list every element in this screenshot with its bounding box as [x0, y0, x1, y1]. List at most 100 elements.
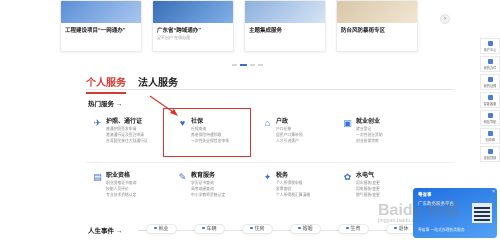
carousel-dot[interactable]: [250, 64, 255, 66]
service-tabs: 个人服务 法人服务: [86, 74, 178, 94]
certificate-icon: ▤: [93, 172, 102, 182]
card-subtitle: ...: [65, 35, 69, 40]
sidebar-label: 我的证照: [483, 83, 497, 88]
service-qualification[interactable]: ▤ 职业资格 职业资格证书查询 技能人员评价 专业技术资格认定: [92, 168, 174, 218]
card-title: 主题集成服务: [249, 28, 283, 34]
carousel-dot[interactable]: [232, 64, 237, 66]
service-education[interactable]: ✎ 教育服务 学历证书查询 高考成绩查询 中小学教师资格认定: [177, 168, 259, 218]
card-subtitle: 足不出户 在线办理 ...: [157, 35, 195, 40]
life-event-label: 住房: [254, 226, 265, 232]
row-divider: [86, 162, 454, 163]
life-event-vehicle[interactable]: 车辆: [194, 224, 225, 234]
watermark-text: Baidu 经验: [378, 202, 459, 219]
arrow-up-icon: [487, 148, 493, 154]
life-event-employment[interactable]: 就业: [146, 224, 177, 234]
card-icon: [487, 76, 493, 82]
briefcase-icon: ▣: [343, 118, 352, 128]
life-events-title[interactable]: 人生事件 →: [88, 225, 122, 235]
service-name[interactable]: 就业创业: [356, 116, 380, 125]
chevron-right-icon[interactable]: ›: [440, 14, 450, 24]
highlight-box: [163, 108, 251, 157]
carousel-card[interactable]: 广东省“跨域通办” 足不出户 在线办理 ...: [152, 0, 234, 52]
user-icon: [487, 40, 493, 46]
service-name[interactable]: 职业资格: [106, 170, 130, 179]
sidebar-label: 智能客服: [483, 101, 497, 106]
sidebar-label: 网站导航: [483, 119, 497, 124]
service-household[interactable]: ⌂ 户政 户口迁移 居民户口簿补领 人才引进落户: [262, 114, 344, 164]
life-event-childbirth[interactable]: 生育: [338, 224, 369, 234]
card-title: 工程建设项目“一网通办”: [65, 28, 126, 34]
carousel-dot-active[interactable]: [240, 64, 247, 66]
chat-icon: [487, 94, 493, 100]
tabs-divider: [86, 89, 454, 90]
dot-icon: [250, 226, 253, 229]
dot-icon: [154, 226, 157, 229]
service-link[interactable]: 个人所得税汇算清缴: [276, 192, 310, 198]
life-event-housing[interactable]: 住房: [242, 224, 273, 234]
sidebar-label: 无障碍: [485, 137, 495, 142]
service-passport[interactable]: ✈ 护照、通行证 普通护照签发申请 港澳通行证及签注申请 台湾居民来往大陆通行证: [92, 114, 174, 164]
service-name[interactable]: 税务: [276, 170, 288, 179]
card-subtitle: ...: [341, 35, 345, 40]
carousel-dot[interactable]: [258, 64, 263, 66]
carousel-card[interactable]: 防台风防暴雨专区 ...: [336, 0, 418, 52]
life-event-label: 婚姻: [302, 226, 313, 232]
dot-icon: [394, 226, 397, 229]
dot-icon: [346, 226, 349, 229]
service-tax[interactable]: ✦ 税务 个人所得税申报 发票查验 个人所得税汇算清缴: [262, 168, 344, 218]
sidebar-label: 我的办件: [483, 65, 497, 70]
sidebar-item-chat[interactable]: 智能客服: [480, 92, 500, 108]
service-name[interactable]: 水电气: [356, 170, 374, 179]
card-image: [337, 1, 417, 23]
sidebar-item-back-to-top[interactable]: 返回顶部: [480, 146, 500, 162]
service-link[interactable]: 专业技术资格认定: [106, 192, 136, 198]
utilities-icon: ✿: [343, 172, 352, 182]
life-event-label: 车辆: [206, 226, 217, 232]
service-link[interactable]: 燃气报装/变更: [356, 192, 380, 198]
service-name[interactable]: 户政: [276, 116, 288, 125]
airplane-icon: ✈: [93, 118, 102, 128]
card-image: [61, 1, 141, 23]
compass-icon: [487, 112, 493, 118]
sidebar-label: 返回顶部: [483, 155, 497, 160]
sidebar-item-user-center[interactable]: 用户中心: [480, 38, 500, 54]
dot-icon: [202, 226, 205, 229]
floating-sidebar: 用户中心 我的办件 我的证照 智能客服 网站导航 无障碍 返回顶部: [480, 38, 500, 162]
tab-corporate-services[interactable]: 法人服务: [138, 74, 178, 94]
life-events-row: 人生事件 → 就业 车辆 住房 婚姻 生育 退休: [86, 222, 454, 238]
card-image: [245, 1, 325, 23]
sidebar-item-accessibility[interactable]: 无障碍: [480, 128, 500, 144]
card-image: [153, 1, 233, 23]
promo-subtitle: 粤省事 一站式办理各类服务: [418, 228, 465, 232]
sidebar-label: 用户中心: [483, 47, 497, 52]
life-event-marriage[interactable]: 婚姻: [290, 224, 321, 234]
tax-icon: ✦: [263, 172, 272, 182]
service-name[interactable]: 护照、通行证: [106, 116, 142, 125]
tab-personal-services[interactable]: 个人服务: [86, 74, 126, 94]
accessibility-icon: [487, 130, 493, 136]
sidebar-item-navigation[interactable]: 网站导航: [480, 110, 500, 126]
carousel-card[interactable]: 主题集成服务 ...: [244, 0, 326, 52]
document-icon: [487, 58, 493, 64]
carousel-card[interactable]: 工程建设项目“一网通办” ...: [60, 0, 142, 52]
life-event-label: 就业: [158, 226, 169, 232]
banner-carousel: 工程建设项目“一网通办” ... 广东省“跨域通办” 足不出户 在线办理 ...…: [60, 0, 420, 62]
sidebar-item-my-cases[interactable]: 我的办件: [480, 56, 500, 72]
service-employment[interactable]: ▣ 就业创业 就业登记 一次性创业资助 创业担保贷款: [342, 114, 424, 164]
sidebar-item-my-licenses[interactable]: 我的证照: [480, 74, 500, 90]
service-link[interactable]: 创业担保贷款: [356, 138, 383, 144]
life-event-retirement[interactable]: 退休: [386, 224, 417, 234]
card-title: 广东省“跨域通办”: [157, 28, 202, 34]
hot-services-title[interactable]: 热门服务 →: [88, 98, 122, 108]
life-event-label: 生育: [350, 226, 361, 232]
service-link[interactable]: 台湾居民来往大陆通行证: [106, 138, 148, 144]
service-link[interactable]: 中小学教师资格认定: [191, 192, 225, 198]
baidu-watermark: Baidu 经验 jingyan.baidu.com: [378, 196, 459, 224]
close-icon[interactable]: ×: [492, 189, 495, 195]
book-icon: ✎: [178, 172, 187, 182]
dot-icon: [298, 226, 301, 229]
service-link[interactable]: 人才引进落户: [276, 138, 303, 144]
service-name[interactable]: 教育服务: [191, 170, 215, 179]
card-title: 防台风防暴雨专区: [341, 28, 386, 34]
carousel-indicator[interactable]: [232, 64, 263, 66]
